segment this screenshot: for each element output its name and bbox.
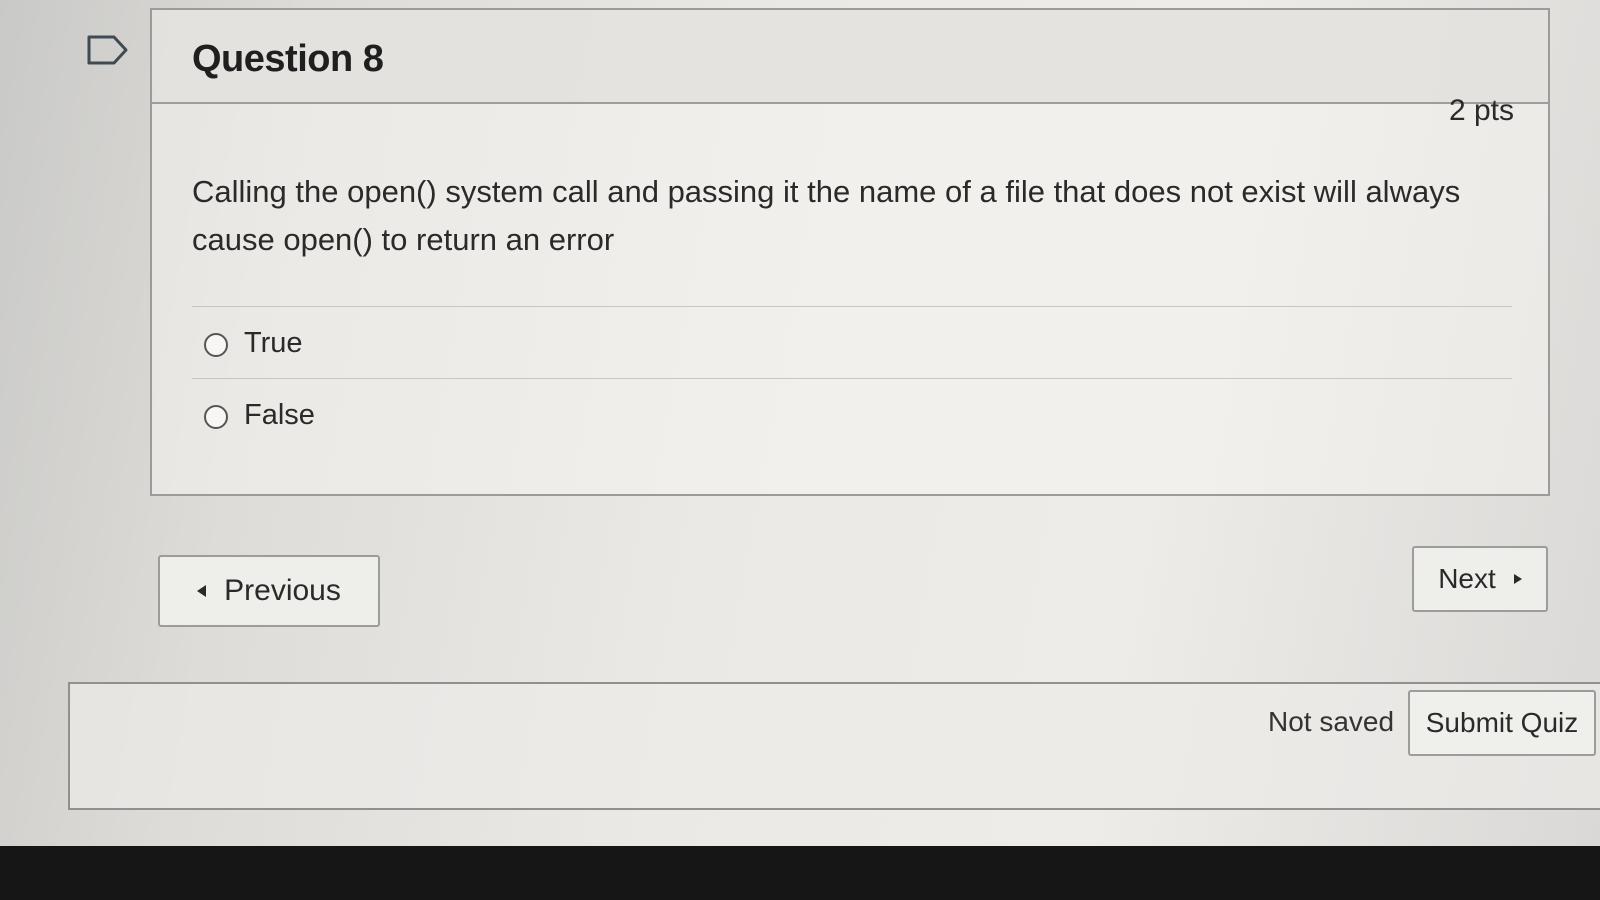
previous-label: Previous xyxy=(224,574,341,607)
next-label: Next xyxy=(1438,563,1496,594)
question-text: Calling the open() system call and passi… xyxy=(192,174,1461,257)
answer-label[interactable]: False xyxy=(244,399,315,432)
quiz-footer xyxy=(68,682,1600,810)
screen-bezel xyxy=(0,846,1600,900)
question-points: 2 pts xyxy=(1448,94,1514,127)
previous-button[interactable]: Previous xyxy=(158,555,380,627)
answer-list: True False xyxy=(192,306,1512,450)
chevron-right-icon xyxy=(1513,574,1522,584)
answer-label[interactable]: True xyxy=(244,327,303,360)
answer-option-true[interactable]: True xyxy=(192,306,1512,378)
chevron-left-icon xyxy=(197,585,207,597)
question-header: Question 8 xyxy=(152,10,1548,104)
question-card: Question 8 2 pts Calling the open() syst… xyxy=(150,8,1550,496)
save-status: Not saved xyxy=(1268,706,1395,737)
next-button[interactable]: Next xyxy=(1412,546,1548,612)
answer-option-false[interactable]: False xyxy=(192,378,1512,450)
question-title: Question 8 xyxy=(192,38,384,80)
radio-button[interactable] xyxy=(204,405,228,429)
submit-quiz-button[interactable]: Submit Quiz xyxy=(1408,690,1596,756)
flag-icon[interactable] xyxy=(86,34,130,66)
radio-button[interactable] xyxy=(204,333,228,357)
